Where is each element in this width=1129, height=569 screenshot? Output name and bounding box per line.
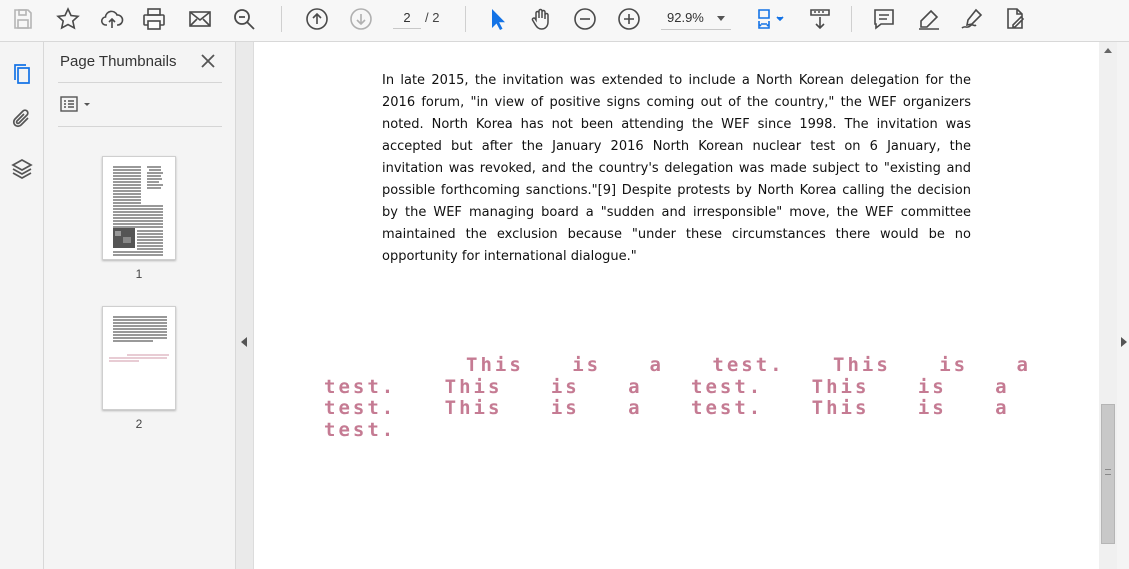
- chevron-left-icon: [241, 337, 247, 347]
- hand-icon[interactable]: [524, 4, 558, 34]
- layers-icon[interactable]: [8, 155, 36, 183]
- collapse-panel-handle[interactable]: [236, 42, 254, 569]
- scroll-mode-icon[interactable]: [803, 4, 837, 34]
- main-toolbar: / 2 92.9%: [0, 0, 1129, 42]
- chevron-right-icon: [1121, 337, 1127, 347]
- right-pane-expand-handle[interactable]: [1117, 42, 1129, 569]
- select-cursor-icon[interactable]: [480, 4, 514, 34]
- close-icon[interactable]: [198, 51, 218, 71]
- navigation-rail: [0, 42, 44, 569]
- upload-cloud-icon[interactable]: [95, 4, 129, 34]
- zoom-level-value: 92.9%: [667, 10, 704, 25]
- zoom-in-icon[interactable]: [612, 4, 646, 34]
- scroll-up-arrow-icon[interactable]: [1104, 48, 1112, 53]
- page-total-label: / 2: [425, 10, 440, 25]
- thumbnail-label: 1: [135, 267, 143, 281]
- chevron-down-icon: [717, 16, 725, 21]
- watermark-text: This is a test. This is a test. This is …: [324, 354, 1031, 441]
- bookmark-star-icon[interactable]: [51, 4, 85, 34]
- zoom-search-icon[interactable]: [227, 4, 261, 34]
- save-icon[interactable]: [6, 4, 40, 34]
- grip-icon: [1105, 469, 1111, 475]
- fit-page-icon[interactable]: [750, 4, 790, 34]
- toolbar-separator: [281, 6, 282, 32]
- thumbnail-label: 2: [135, 417, 143, 431]
- highlight-pen-icon[interactable]: [912, 4, 946, 34]
- zoom-level-select[interactable]: 92.9%: [661, 7, 731, 30]
- panel-title: Page Thumbnails: [60, 53, 177, 70]
- zoom-out-icon[interactable]: [568, 4, 602, 34]
- document-view[interactable]: In late 2015, the invitation was extende…: [255, 42, 1099, 569]
- print-icon[interactable]: [137, 4, 171, 34]
- toolbar-separator: [851, 6, 852, 32]
- page-thumbnail-2[interactable]: [102, 306, 176, 410]
- page-down-icon[interactable]: [344, 4, 378, 34]
- document-paragraph: In late 2015, the invitation was extende…: [382, 73, 971, 264]
- thumbnails-panel: Page Thumbnails 1 2: [44, 42, 236, 569]
- comment-icon[interactable]: [867, 4, 901, 34]
- page-thumbnails-icon[interactable]: [8, 60, 36, 88]
- vertical-scrollbar[interactable]: [1099, 42, 1117, 569]
- attachments-icon[interactable]: [8, 106, 36, 134]
- page-number-input[interactable]: [393, 7, 421, 29]
- page-up-icon[interactable]: [300, 4, 334, 34]
- sign-icon[interactable]: [955, 4, 989, 34]
- toolbar-separator: [465, 6, 466, 32]
- fill-edit-icon[interactable]: [998, 4, 1032, 34]
- panel-divider: [58, 126, 222, 127]
- panel-divider: [58, 82, 222, 83]
- scrollbar-thumb[interactable]: [1101, 404, 1115, 544]
- email-icon[interactable]: [183, 4, 217, 34]
- thumbnail-options-button[interactable]: [58, 94, 98, 116]
- page-thumbnail-1[interactable]: [102, 156, 176, 260]
